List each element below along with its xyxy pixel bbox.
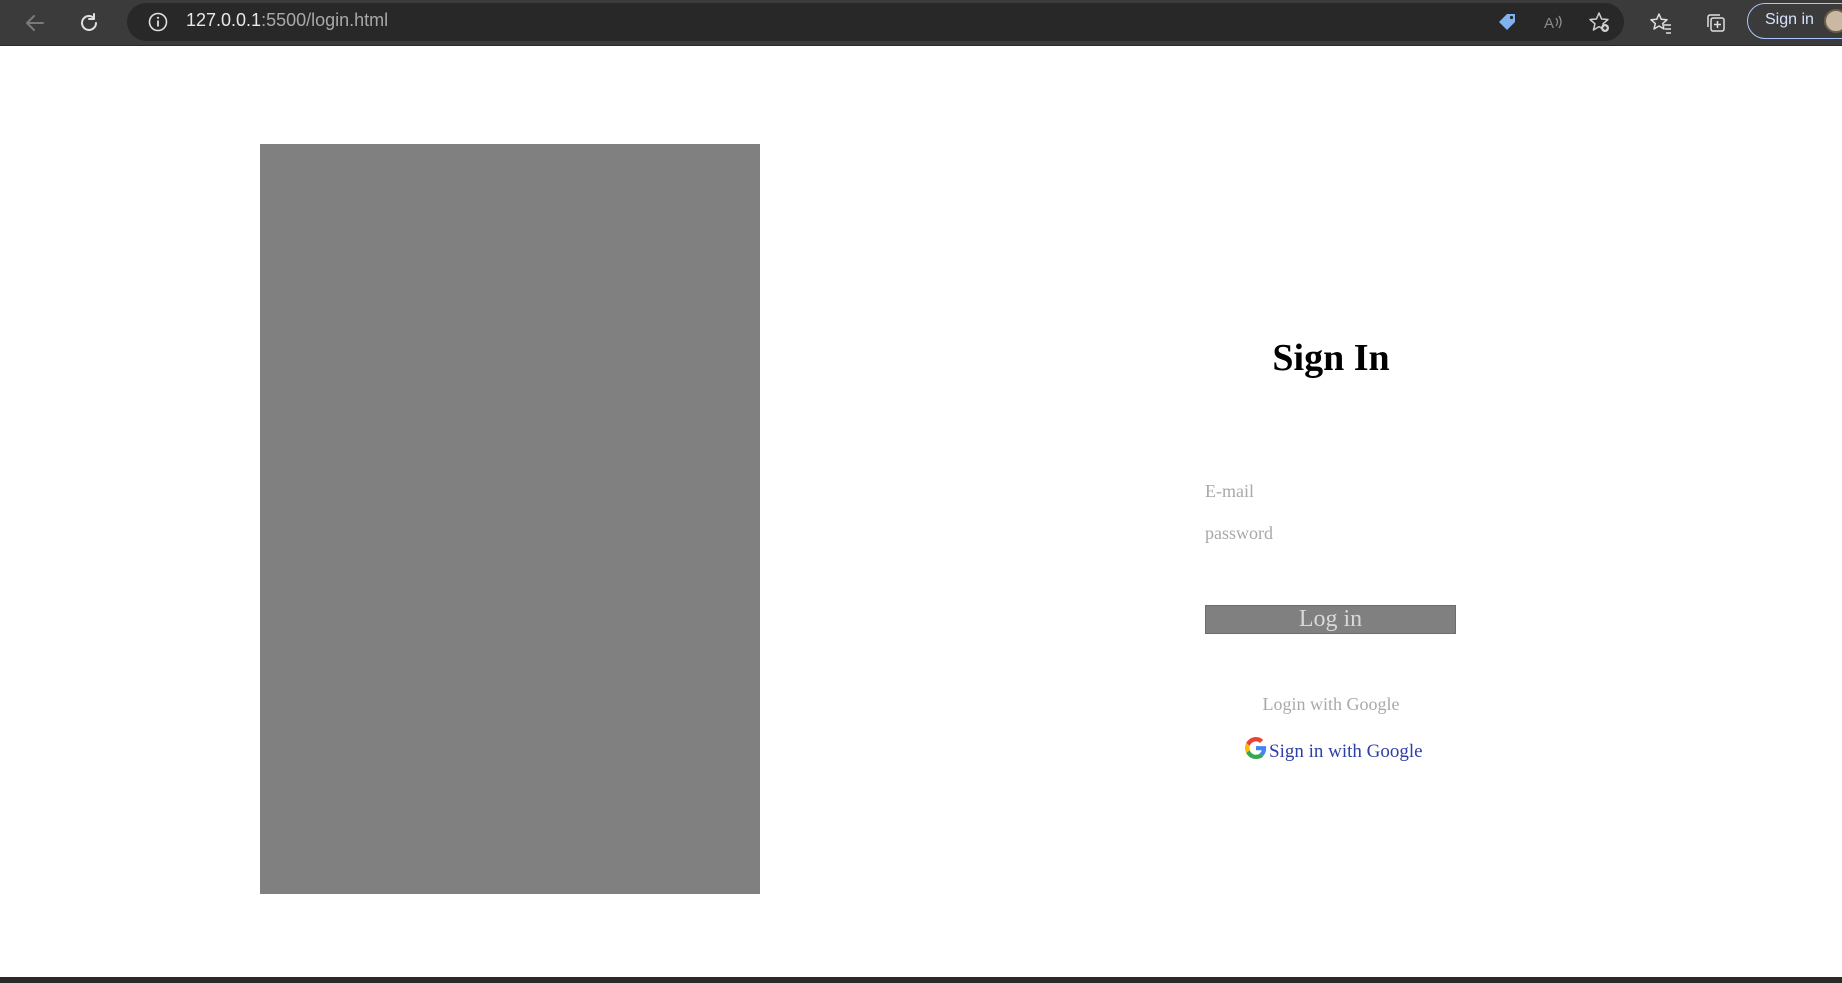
browser-toolbar: A Sign in 127.0.0.1:5500/login.html	[0, 0, 1842, 46]
site-info-icon[interactable]	[141, 5, 175, 39]
google-signin-label: Sign in with Google	[1269, 741, 1423, 762]
login-button[interactable]: Log in	[1205, 605, 1456, 634]
google-icon	[1245, 737, 1267, 759]
price-tag-icon[interactable]	[1490, 5, 1524, 39]
favorites-icon[interactable]	[1644, 6, 1678, 40]
read-aloud-icon[interactable]: A	[1536, 5, 1570, 39]
back-arrow-icon[interactable]	[18, 6, 52, 40]
password-field[interactable]	[1205, 518, 1457, 548]
taskbar-edge	[0, 977, 1842, 983]
image-placeholder	[260, 144, 760, 894]
avatar[interactable]	[1824, 9, 1842, 33]
collections-icon[interactable]	[1699, 6, 1733, 40]
email-field[interactable]	[1205, 476, 1457, 506]
url-host: 127.0.0.1	[186, 10, 262, 30]
url-text[interactable]: 127.0.0.1:5500/login.html	[186, 8, 388, 32]
reload-icon[interactable]	[72, 6, 106, 40]
svg-text:A: A	[1544, 15, 1554, 32]
google-signin-link[interactable]: Sign in with Google	[1245, 737, 1423, 763]
google-login-label: Login with Google	[1262, 694, 1400, 714]
browser-signin-label: Sign in	[1765, 11, 1814, 28]
add-favorite-icon[interactable]	[1582, 5, 1616, 39]
url-path: :5500/login.html	[261, 10, 389, 30]
page-title: Sign In	[1272, 337, 1390, 379]
